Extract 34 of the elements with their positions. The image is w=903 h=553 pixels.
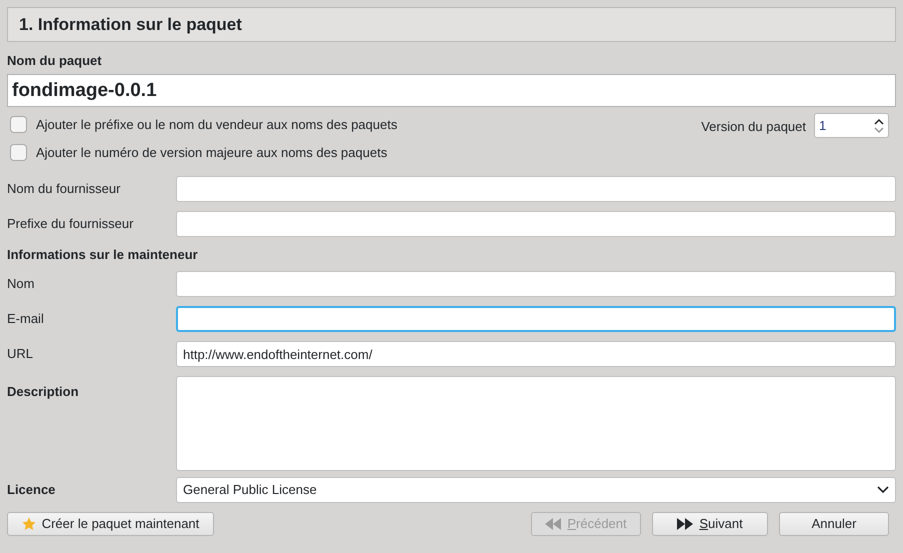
field-label: Nom du paquet xyxy=(7,52,103,68)
input-field[interactable] xyxy=(176,176,896,202)
wizard-button[interactable]: Suivant xyxy=(652,512,768,536)
field-label: E-mail xyxy=(7,310,45,328)
wizard-button[interactable]: Annuler xyxy=(779,512,889,536)
checkbox-label: Ajouter le préfixe ou le nom du vendeur aux noms des paquets xyxy=(36,116,398,134)
field-label: Licence xyxy=(7,481,56,500)
checkbox[interactable] xyxy=(10,144,27,161)
checkbox[interactable] xyxy=(10,116,27,133)
field-label: Version du paquet xyxy=(701,118,806,136)
section-heading: Informations sur le mainteneur xyxy=(7,246,199,262)
input-field[interactable] xyxy=(176,306,896,332)
double-arrow-left-icon xyxy=(545,518,562,530)
licence-dropdown[interactable]: General Public License xyxy=(176,477,896,503)
field-label: Description xyxy=(7,383,80,401)
input-field[interactable]: http://www.endoftheinternet.com/ xyxy=(176,341,896,367)
field-label: Prefixe du fournisseur xyxy=(7,215,134,234)
field-label: Nom xyxy=(7,275,36,294)
description-field[interactable] xyxy=(176,376,896,471)
wizard-button[interactable]: Créer le paquet maintenant xyxy=(7,512,214,536)
field-label: Nom du fournisseur xyxy=(7,180,122,198)
version-spinbox[interactable]: 1 xyxy=(814,113,889,138)
star-icon xyxy=(22,517,36,531)
package-name-field[interactable]: fondimage-0.0.1 xyxy=(7,74,896,107)
spinbox-value: 1 xyxy=(819,116,826,135)
input-field[interactable] xyxy=(176,211,896,237)
checkbox-label: Ajouter le numéro de version majeure aux noms des paquets xyxy=(36,144,388,162)
header-title: 1. Information sur le paquet xyxy=(19,14,242,36)
input-field[interactable] xyxy=(176,271,896,297)
double-arrow-right-icon xyxy=(677,518,694,530)
spin-arrows-icon xyxy=(874,118,884,134)
chevron-down-icon xyxy=(877,486,889,494)
field-label: URL xyxy=(7,345,34,364)
dropdown-value: General Public License xyxy=(183,481,317,500)
